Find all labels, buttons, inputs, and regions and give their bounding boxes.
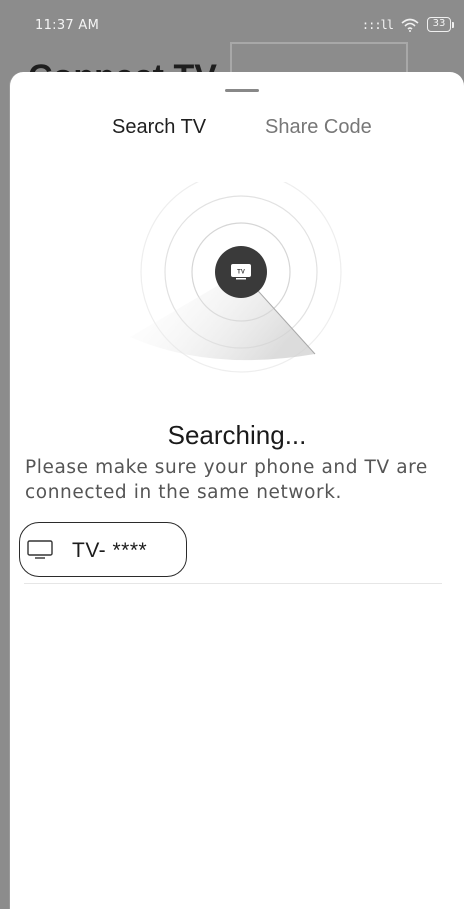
signal-icon: :::ll [361,17,394,32]
status-time: 11:37 AM [35,18,100,33]
status-bar: 11:37 AM :::ll 33 [0,0,464,50]
radar-center-label: TV [237,270,245,276]
tab-share-code[interactable]: Share Code [265,116,372,139]
device-name: TV- **** [72,539,148,562]
radar-animation: TV [130,182,342,373]
drag-handle[interactable] [225,89,259,92]
wifi-icon [401,18,419,32]
network-hint: Please make sure your phone and TV are c… [25,457,428,503]
device-list-item[interactable]: TV- **** [19,522,442,584]
tab-bar: Search TV Share Code [10,116,464,146]
device-button[interactable]: TV- **** [19,522,187,577]
battery-icon: 33 [427,17,454,32]
monitor-icon [27,540,53,559]
tab-search-tv[interactable]: Search TV [112,116,206,139]
status-icons: :::ll 33 [362,17,454,32]
battery-level: 33 [427,17,451,32]
connect-tv-sheet: Search TV Share Code TV Searching... Ple… [9,72,464,909]
searching-status: Searching... [167,420,307,450]
